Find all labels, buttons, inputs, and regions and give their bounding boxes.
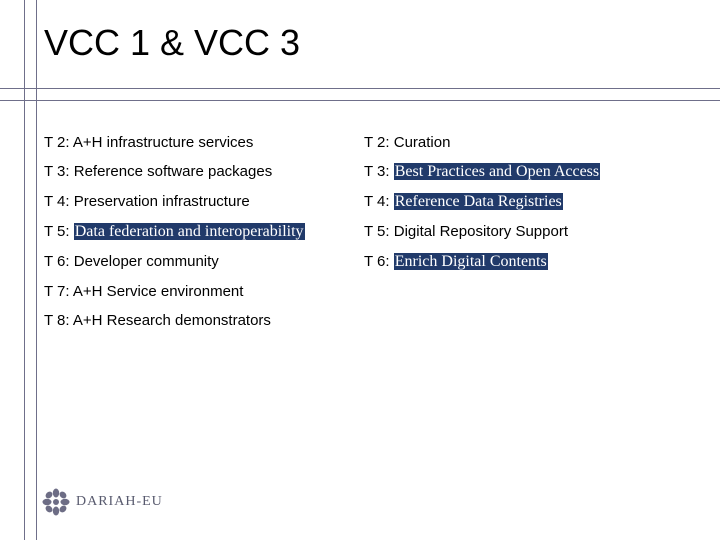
grid-vline: [24, 0, 25, 540]
left-cell: T 8: A+H Research demonstrators: [44, 312, 364, 329]
list-row: T 6: Developer communityT 6: Enrich Digi…: [44, 253, 684, 271]
flower-icon: [42, 488, 70, 516]
item-text-highlighted: Reference Data Registries: [394, 193, 563, 210]
left-cell: T 3: Reference software packages: [44, 163, 364, 181]
item-prefix: T 8:: [44, 312, 73, 329]
grid-hline: [0, 88, 720, 89]
item-text: Reference software packages: [74, 163, 272, 180]
item-prefix: T 4:: [364, 193, 394, 210]
item-prefix: T 4:: [44, 193, 74, 210]
item-text: A+H infrastructure services: [73, 134, 253, 151]
item-prefix: T 3:: [44, 163, 74, 180]
left-cell: T 5: Data federation and interoperabilit…: [44, 223, 364, 241]
item-prefix: T 5:: [364, 223, 394, 240]
slide-title: VCC 1 & VCC 3: [44, 22, 300, 64]
left-cell: T 2: A+H infrastructure services: [44, 134, 364, 151]
item-prefix: T 2:: [364, 134, 394, 151]
item-text-highlighted: Enrich Digital Contents: [394, 253, 548, 270]
item-prefix: T 6:: [364, 253, 394, 270]
dariah-logo: DARIAH-EU: [42, 488, 163, 516]
list-row: T 7: A+H Service environment: [44, 283, 684, 300]
right-cell: T 2: Curation: [364, 134, 684, 151]
item-text-highlighted: Best Practices and Open Access: [394, 163, 600, 180]
item-text: Preservation infrastructure: [74, 193, 250, 210]
item-text: A+H Service environment: [73, 283, 244, 300]
item-prefix: T 5:: [44, 223, 74, 240]
list-row: T 8: A+H Research demonstrators: [44, 312, 684, 329]
item-prefix: T 6:: [44, 253, 74, 270]
left-cell: T 4: Preservation infrastructure: [44, 193, 364, 211]
right-cell: T 5: Digital Repository Support: [364, 223, 684, 241]
list-row: T 4: Preservation infrastructureT 4: Ref…: [44, 193, 684, 211]
item-text: Developer community: [74, 253, 219, 270]
grid-vline: [36, 0, 37, 540]
item-text: Digital Repository Support: [394, 223, 568, 240]
item-text: A+H Research demonstrators: [73, 312, 271, 329]
slide: VCC 1 & VCC 3 T 2: A+H infrastructure se…: [0, 0, 720, 540]
left-cell: T 7: A+H Service environment: [44, 283, 364, 300]
item-text-highlighted: Data federation and interoperability: [74, 223, 305, 240]
right-cell: T 3: Best Practices and Open Access: [364, 163, 684, 181]
list-row: T 5: Data federation and interoperabilit…: [44, 223, 684, 241]
item-prefix: T 7:: [44, 283, 73, 300]
content-table: T 2: A+H infrastructure servicesT 2: Cur…: [44, 134, 684, 341]
right-cell: T 4: Reference Data Registries: [364, 193, 684, 211]
left-cell: T 6: Developer community: [44, 253, 364, 271]
item-prefix: T 3:: [364, 163, 394, 180]
item-text: Curation: [394, 134, 451, 151]
right-cell: [364, 312, 684, 329]
list-row: T 2: A+H infrastructure servicesT 2: Cur…: [44, 134, 684, 151]
logo-text: DARIAH-EU: [76, 494, 163, 510]
right-cell: [364, 283, 684, 300]
right-cell: T 6: Enrich Digital Contents: [364, 253, 684, 271]
item-prefix: T 2:: [44, 134, 73, 151]
grid-hline: [0, 100, 720, 101]
list-row: T 3: Reference software packagesT 3: Bes…: [44, 163, 684, 181]
